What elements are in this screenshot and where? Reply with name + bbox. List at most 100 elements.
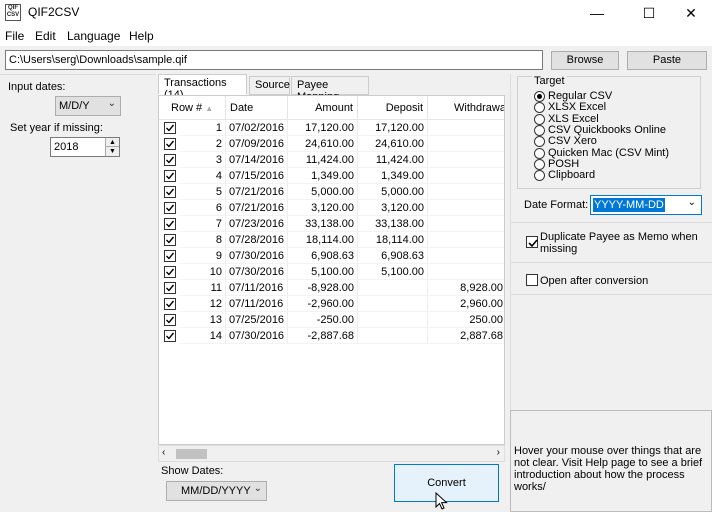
target-option-label[interactable]: CSV Quickbooks Online	[548, 124, 666, 136]
target-label: Target	[532, 75, 567, 87]
table-row[interactable]: 1 07/02/2016 17,120.00 17,120.00	[159, 120, 504, 136]
table-row[interactable]: 11 07/11/2016 -8,928.00 8,928.00	[159, 280, 504, 296]
horizontal-scrollbar[interactable]: ‹ ›	[158, 445, 505, 462]
target-option-label[interactable]: Clipboard	[548, 169, 595, 181]
open-after-checkbox[interactable]	[526, 274, 538, 286]
row-checkbox[interactable]	[164, 330, 176, 342]
dup-payee-label-1: Duplicate Payee as Memo when	[540, 231, 698, 243]
year-spinner[interactable]: 2018 ▲ ▼	[50, 137, 120, 157]
table-row[interactable]: 13 07/25/2016 -250.00 250.00	[159, 312, 504, 328]
target-radio[interactable]	[534, 124, 545, 136]
target-radio[interactable]	[534, 158, 545, 170]
transactions-table[interactable]: Row # ▲ Date Amount Deposit Withdrawa 10…	[158, 95, 505, 445]
col-date[interactable]: Date	[226, 96, 288, 120]
target-radio[interactable]	[534, 113, 545, 125]
chevron-down-icon: ⌄	[253, 483, 262, 494]
table-row[interactable]: 2 07/09/2016 24,610.00 24,610.00	[159, 136, 504, 152]
row-checkbox[interactable]	[164, 202, 176, 214]
chevron-down-icon: ⌄	[107, 98, 116, 109]
table-row[interactable]: 14 07/30/2016 -2,887.68 2,887.68	[159, 328, 504, 344]
row-checkbox[interactable]	[164, 314, 176, 326]
cell-deposit: 3,120.00	[358, 200, 428, 216]
show-dates-select[interactable]: MM/DD/YYYY ⌄	[166, 481, 267, 501]
scroll-thumb[interactable]	[176, 449, 207, 459]
target-option-label[interactable]: XLS Excel	[548, 113, 599, 125]
maximize-button[interactable]: ☐	[626, 0, 672, 26]
menu-help[interactable]: Help	[129, 29, 154, 43]
cell-deposit: 1,349.00	[358, 168, 428, 184]
check-icon	[166, 220, 175, 228]
table-row[interactable]: 7 07/23/2016 33,138.00 33,138.00	[159, 216, 504, 232]
cell-withdrawal	[428, 136, 504, 152]
col-amount[interactable]: Amount	[288, 96, 358, 120]
row-checkbox[interactable]	[164, 266, 176, 278]
divider	[510, 262, 712, 263]
row-checkbox[interactable]	[164, 186, 176, 198]
input-dates-value: M/D/Y	[59, 100, 90, 112]
target-option-label[interactable]: CSV Xero	[548, 135, 597, 147]
dup-payee-checkbox[interactable]	[526, 236, 538, 248]
spin-up-icon[interactable]: ▲	[105, 138, 119, 147]
target-option-label[interactable]: XLSX Excel	[548, 101, 606, 113]
tab-source[interactable]: Source	[249, 76, 290, 95]
cell-deposit	[358, 328, 428, 344]
target-option-label[interactable]: POSH	[548, 158, 579, 170]
cell-date: 07/11/2016	[226, 296, 288, 312]
tab-transactions[interactable]: Transactions (14)	[158, 74, 247, 101]
cell-row-number: 7	[179, 216, 226, 232]
show-dates-value: MM/DD/YYYY	[181, 485, 251, 497]
row-checkbox[interactable]	[164, 138, 176, 150]
scroll-left-icon[interactable]: ‹	[162, 447, 165, 458]
cell-amount: -250.00	[288, 312, 358, 328]
cell-date: 07/11/2016	[226, 280, 288, 296]
tab-payee-mapping[interactable]: Payee Mapping	[291, 76, 369, 103]
cell-amount: 5,000.00	[288, 184, 358, 200]
menu-language[interactable]: Language	[67, 29, 120, 43]
row-checkbox[interactable]	[164, 234, 176, 246]
table-row[interactable]: 6 07/21/2016 3,120.00 3,120.00	[159, 200, 504, 216]
table-row[interactable]: 9 07/30/2016 6,908.63 6,908.63	[159, 248, 504, 264]
menu-bar: File Edit Language Help	[0, 26, 712, 46]
cell-deposit: 33,138.00	[358, 216, 428, 232]
cell-withdrawal	[428, 232, 504, 248]
cell-withdrawal	[428, 120, 504, 136]
cell-date: 07/30/2016	[226, 264, 288, 280]
table-row[interactable]: 10 07/30/2016 5,100.00 5,100.00	[159, 264, 504, 280]
cell-withdrawal	[428, 168, 504, 184]
row-checkbox[interactable]	[164, 282, 176, 294]
date-format-select[interactable]: YYYY-MM-DD ⌄	[590, 195, 702, 215]
table-row[interactable]: 5 07/21/2016 5,000.00 5,000.00	[159, 184, 504, 200]
row-checkbox[interactable]	[164, 154, 176, 166]
input-dates-select[interactable]: M/D/Y ⌄	[55, 96, 121, 116]
close-button[interactable]: ✕	[668, 0, 712, 26]
row-checkbox[interactable]	[164, 122, 176, 134]
scroll-right-icon[interactable]: ›	[497, 447, 500, 458]
row-checkbox[interactable]	[164, 298, 176, 310]
target-radio[interactable]	[534, 91, 545, 102]
table-row[interactable]: 3 07/14/2016 11,424.00 11,424.00	[159, 152, 504, 168]
row-checkbox[interactable]	[164, 170, 176, 182]
file-path-input[interactable]: C:\Users\serg\Downloads\sample.qif	[5, 50, 543, 70]
target-radio[interactable]	[534, 147, 545, 159]
browse-button[interactable]: Browse	[551, 51, 619, 70]
paste-button[interactable]: Paste	[627, 51, 707, 70]
col-deposit[interactable]: Deposit	[358, 96, 428, 120]
table-row[interactable]: 12 07/11/2016 -2,960.00 2,960.00	[159, 296, 504, 312]
help-box: Hover your mouse over things that are no…	[510, 410, 712, 512]
dup-payee-label-2: missing	[540, 243, 578, 255]
table-row[interactable]: 4 07/15/2016 1,349.00 1,349.00	[159, 168, 504, 184]
row-checkbox[interactable]	[164, 250, 176, 262]
col-withdrawal[interactable]: Withdrawa	[428, 96, 504, 120]
table-row[interactable]: 8 07/28/2016 18,114.00 18,114.00	[159, 232, 504, 248]
row-checkbox[interactable]	[164, 218, 176, 230]
minimize-button[interactable]: —	[574, 0, 620, 26]
target-option-label[interactable]: Regular CSV	[548, 90, 612, 102]
target-option-label[interactable]: Quicken Mac (CSV Mint)	[548, 147, 669, 159]
cell-deposit: 24,610.00	[358, 136, 428, 152]
check-icon	[166, 236, 175, 244]
spin-down-icon[interactable]: ▼	[105, 147, 119, 156]
menu-file[interactable]: File	[5, 29, 24, 43]
col-row-number[interactable]: Row # ▲	[159, 96, 226, 120]
menu-edit[interactable]: Edit	[35, 29, 56, 43]
cell-date: 07/28/2016	[226, 232, 288, 248]
